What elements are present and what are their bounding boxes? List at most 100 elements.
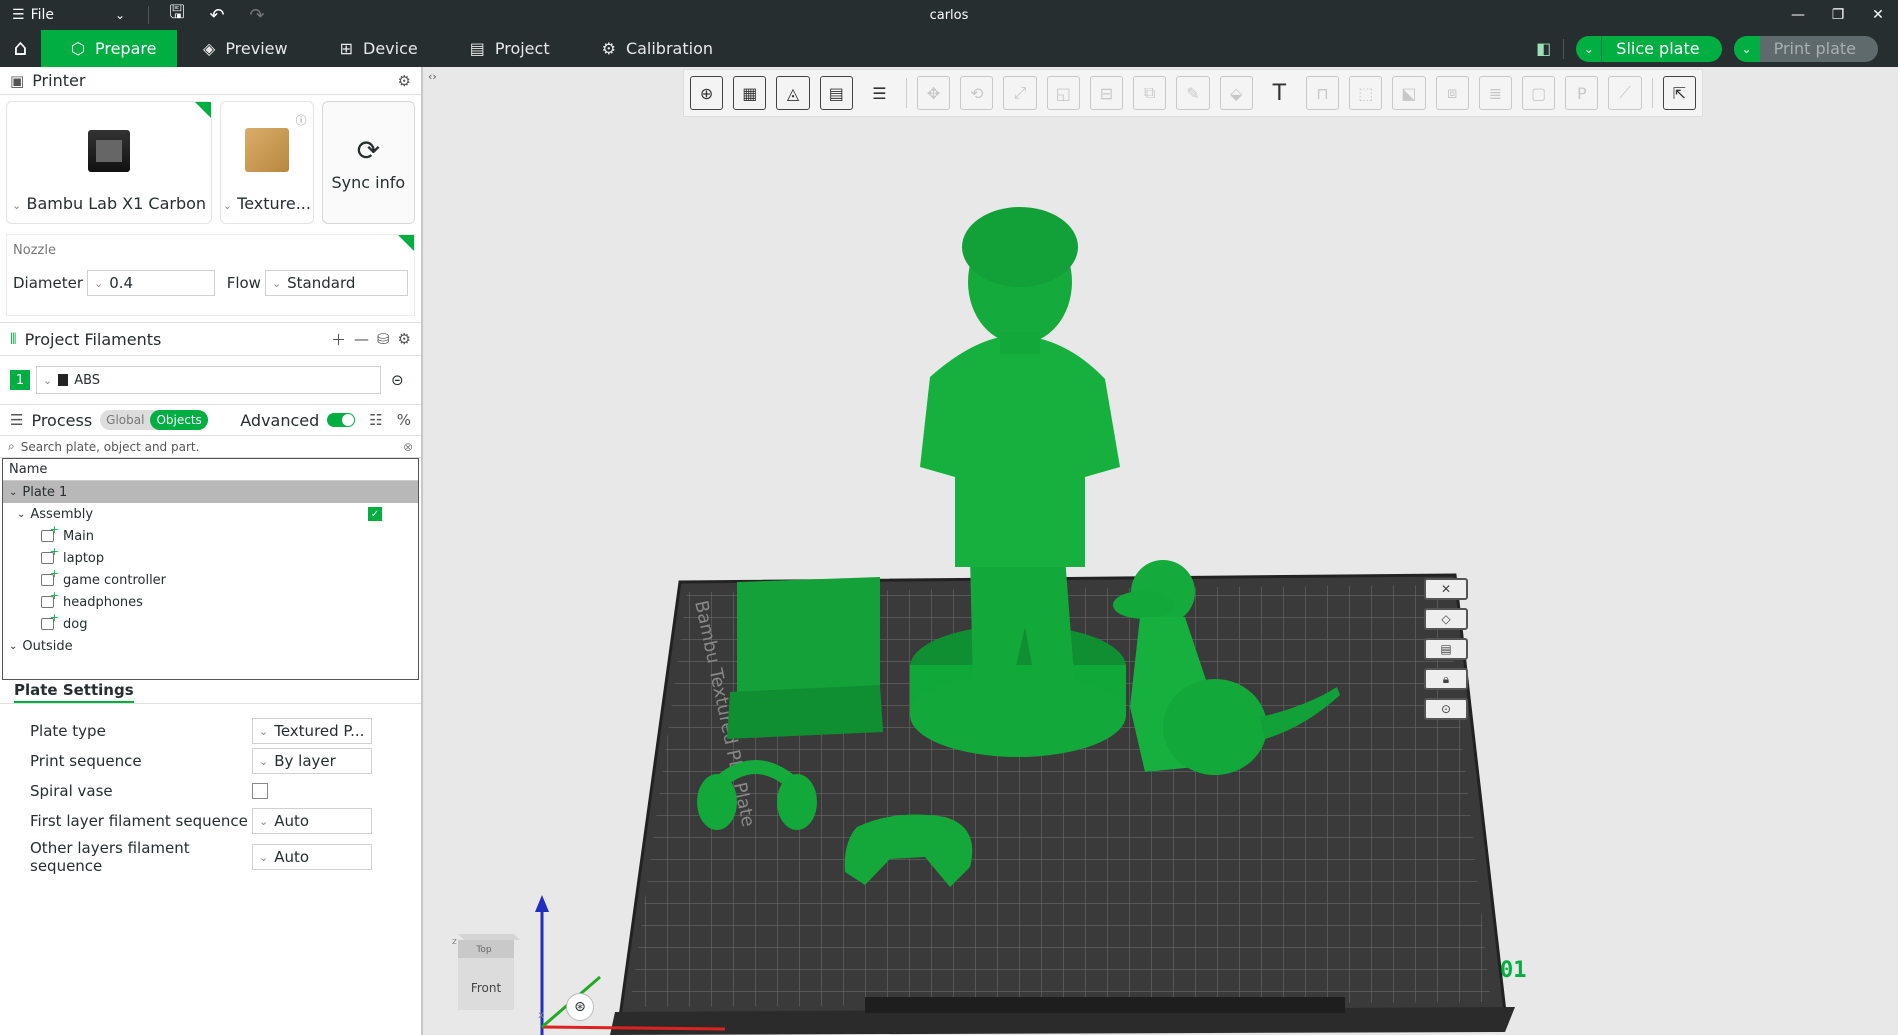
- remove-icon[interactable]: —: [354, 330, 369, 348]
- list-icon[interactable]: ☷: [369, 411, 382, 429]
- selected-corner: [195, 102, 212, 118]
- lock-plate-icon[interactable]: 🔒︎: [1424, 668, 1468, 690]
- orient-plate-icon[interactable]: ◇: [1424, 608, 1468, 630]
- search-input[interactable]: Search plate, object and part.: [21, 440, 397, 454]
- chevron-down-icon[interactable]: ⌄: [1576, 35, 1603, 62]
- lay-on-face-icon[interactable]: ◱: [1046, 76, 1080, 110]
- color-paint-icon[interactable]: ⬙: [1219, 76, 1253, 110]
- check-icon[interactable]: ✓: [368, 507, 382, 521]
- model-main[interactable]: [910, 207, 1126, 757]
- tab-prepare[interactable]: ⬡ Prepare: [41, 30, 177, 67]
- chevron-down-icon[interactable]: ⌄: [100, 8, 140, 22]
- tree-row-part[interactable]: laptop: [3, 545, 418, 569]
- view-cube[interactable]: Top Front z: [450, 930, 520, 1012]
- add-icon[interactable]: ＋: [331, 329, 346, 350]
- assembly-icon[interactable]: ⧈: [1435, 76, 1469, 110]
- nav-actions: ◧ ⌄ Slice plate ⌄ Print plate: [1536, 30, 1898, 67]
- measure-box-icon[interactable]: ⬚: [1349, 76, 1383, 110]
- model-laptop[interactable]: [727, 577, 883, 739]
- tree-row-part[interactable]: game controller: [3, 567, 418, 591]
- more-icon[interactable]: ⊝: [391, 371, 404, 389]
- add-model-icon[interactable]: ⊕: [690, 76, 724, 110]
- minimize-icon[interactable]: —: [1778, 0, 1818, 30]
- sync-icon: ⟳: [356, 133, 381, 167]
- flow-select[interactable]: ⌄ Standard: [264, 270, 408, 296]
- 3d-viewport[interactable]: Bambu Textured PEI Plate: [425, 67, 1898, 1035]
- chevron-down-icon[interactable]: ⌄: [1733, 35, 1760, 62]
- ruler-icon[interactable]: ⟋: [1608, 76, 1642, 110]
- print-sequence-select[interactable]: ⌄ By layer: [252, 748, 372, 774]
- rotate-icon[interactable]: ⟲: [960, 76, 994, 110]
- global-option[interactable]: Global: [100, 413, 150, 427]
- nozzle-panel: Nozzle Diameter ⌄ 0.4 Flow ⌄ Standard: [6, 234, 415, 316]
- object-search[interactable]: ⌕ Search plate, object and part. ⊗: [0, 436, 421, 458]
- collapse-sidebar-icon[interactable]: ‹›: [428, 70, 437, 83]
- scene-canvas[interactable]: Bambu Textured PEI Plate: [425, 67, 1898, 1035]
- brim-ears-icon[interactable]: ▢: [1522, 76, 1556, 110]
- text-icon[interactable]: T: [1263, 76, 1296, 110]
- explode-icon[interactable]: ⇱: [1662, 76, 1696, 110]
- filament-select[interactable]: ⌄ ABS: [36, 366, 381, 394]
- sync-filament-icon[interactable]: ⛁: [377, 330, 390, 348]
- plate-settings-tab[interactable]: Plate Settings: [0, 680, 421, 704]
- delete-plate-icon[interactable]: ✕: [1424, 578, 1468, 600]
- tab-project[interactable]: ▤ Project: [444, 30, 576, 67]
- bounding-box-icon[interactable]: ⬕: [1392, 76, 1426, 110]
- tab-calibration[interactable]: ⚙ Calibration: [576, 30, 739, 67]
- file-menu[interactable]: ☰ File: [0, 7, 100, 23]
- add-plate-icon[interactable]: ▦: [733, 76, 767, 110]
- placeholder-icon[interactable]: P: [1565, 76, 1599, 110]
- support-paint-icon[interactable]: ✎: [1176, 76, 1210, 110]
- clear-icon[interactable]: ⊗: [403, 440, 413, 454]
- split-icon[interactable]: ☰: [863, 76, 896, 110]
- arrange-icon[interactable]: ▤: [819, 76, 853, 110]
- move-icon[interactable]: ✥: [917, 76, 951, 110]
- info-icon[interactable]: ⓘ: [296, 112, 307, 128]
- layout-icon[interactable]: ◧: [1536, 39, 1551, 58]
- variable-layer-icon[interactable]: ≣: [1478, 76, 1513, 110]
- tree-row-assembly[interactable]: ⌄ Assembly ✓: [3, 503, 418, 525]
- plate-preset-card[interactable]: ⓘ ⌄ Texture...: [220, 101, 314, 224]
- objects-option[interactable]: Objects: [150, 410, 208, 430]
- chevron-down-icon: ⌄: [94, 276, 104, 290]
- tree-row-outside[interactable]: ⌄ Outside: [3, 635, 418, 657]
- global-objects-toggle[interactable]: Global Objects: [100, 410, 208, 430]
- sync-info-button[interactable]: ⟳ Sync info: [321, 101, 416, 224]
- first-layer-sequence-select[interactable]: ⌄ Auto: [252, 808, 372, 834]
- advanced-switch[interactable]: [327, 413, 356, 427]
- tree-row-part[interactable]: headphones: [3, 589, 418, 613]
- spiral-vase-checkbox[interactable]: [252, 783, 268, 799]
- setting-plate-type: Plate type ⌄ Textured P...: [30, 716, 421, 746]
- slice-plate-button[interactable]: ⌄ Slice plate: [1576, 35, 1722, 62]
- boolean-icon[interactable]: ⧉: [1133, 76, 1167, 110]
- gear-icon[interactable]: ⚙: [398, 72, 411, 90]
- tab-device[interactable]: ⊞ Device: [314, 30, 444, 67]
- home-icon[interactable]: ⌂: [0, 30, 41, 67]
- arrange-plate-icon[interactable]: ▤: [1424, 638, 1468, 660]
- cut-icon[interactable]: ⊟: [1089, 76, 1124, 110]
- save-icon[interactable]: 🖫: [157, 0, 197, 30]
- tree-row-plate[interactable]: ⌄ Plate 1: [3, 481, 418, 503]
- emboss-icon[interactable]: ⊓: [1305, 76, 1340, 110]
- other-layers-sequence-select[interactable]: ⌄ Auto: [252, 844, 372, 870]
- print-plate-button[interactable]: ⌄ Print plate: [1733, 35, 1878, 62]
- tree-row-part[interactable]: Main: [3, 523, 418, 547]
- auto-orient-icon[interactable]: ◬: [776, 76, 810, 110]
- printer-preset-card[interactable]: ⌄ Bambu Lab X1 Carbon: [6, 101, 213, 224]
- diameter-select[interactable]: ⌄ 0.4: [87, 270, 215, 296]
- camera-reset-icon[interactable]: ⊛: [566, 993, 594, 1021]
- chevron-down-icon[interactable]: ⌄: [17, 509, 25, 520]
- redo-icon[interactable]: ↷: [237, 5, 277, 26]
- maximize-icon[interactable]: ❐: [1818, 0, 1858, 30]
- percent-icon[interactable]: %: [397, 411, 411, 429]
- tab-preview[interactable]: ◈ Preview: [177, 30, 314, 67]
- undo-icon[interactable]: ↶: [197, 5, 237, 26]
- plate-type-select[interactable]: ⌄ Textured P...: [252, 718, 372, 744]
- gear-icon[interactable]: ⚙: [398, 330, 411, 348]
- plate-settings-icon[interactable]: ⊙: [1424, 698, 1468, 720]
- chevron-down-icon[interactable]: ⌄: [9, 641, 17, 652]
- chevron-down-icon[interactable]: ⌄: [9, 487, 17, 498]
- tree-row-part[interactable]: dog: [3, 611, 418, 635]
- scale-icon[interactable]: ⤢: [1003, 76, 1037, 110]
- close-icon[interactable]: ✕: [1858, 0, 1898, 30]
